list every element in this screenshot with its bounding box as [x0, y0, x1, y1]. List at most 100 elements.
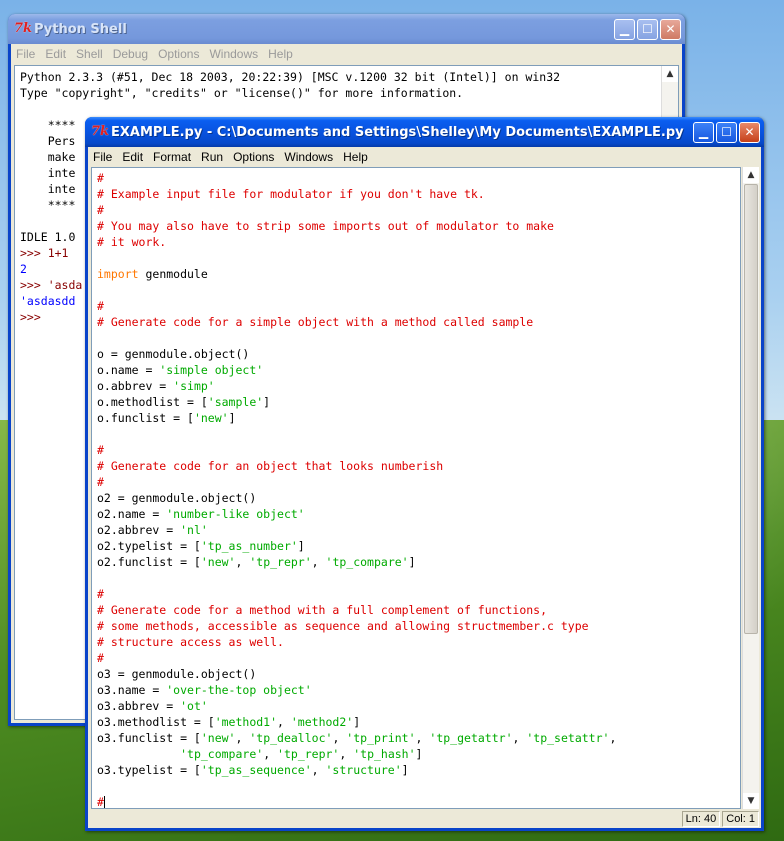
code-token: o2.name =: [97, 507, 167, 521]
editor-menu-edit[interactable]: Edit: [117, 150, 148, 164]
editor-menu-file[interactable]: File: [88, 150, 117, 164]
shell-titlebar[interactable]: 7k Python Shell ▁ ☐ ✕: [8, 14, 685, 44]
code-token: #: [97, 203, 104, 217]
shell-menubar: File Edit Shell Debug Options Windows Help: [11, 44, 682, 64]
code-token: ,: [235, 731, 250, 745]
code-token: 'tp_compare': [180, 747, 264, 761]
code-token: ,: [263, 747, 278, 761]
code-line: #: [97, 586, 740, 602]
code-token: ,: [277, 715, 291, 729]
editor-menu-format[interactable]: Format: [148, 150, 196, 164]
code-line: o2.abbrev = 'nl': [97, 522, 740, 538]
code-token: 'new': [193, 411, 229, 425]
code-line: o.name = 'simple object': [97, 362, 740, 378]
code-token: 'tp_compare': [325, 555, 409, 569]
code-line: #: [97, 298, 740, 314]
editor-statusbar: Ln: 40 Col: 1: [88, 810, 761, 828]
code-token: genmodule: [138, 267, 208, 281]
code-token: o3.methodlist = [: [97, 715, 215, 729]
code-line: # Generate code for an object that looks…: [97, 458, 740, 474]
code-line: o.funclist = ['new']: [97, 410, 740, 426]
code-token: ,: [235, 555, 250, 569]
code-line: 'tp_compare', 'tp_repr', 'tp_hash']: [97, 746, 740, 762]
code-token: 'simp': [173, 379, 215, 393]
code-line: # You may also have to strip some import…: [97, 218, 740, 234]
code-token: o2 = genmodule.object(): [97, 491, 257, 505]
editor-menu-options[interactable]: Options: [228, 150, 279, 164]
code-token: 'ot': [180, 699, 208, 713]
editor-menu-windows[interactable]: Windows: [279, 150, 338, 164]
shell-menu-help[interactable]: Help: [263, 47, 298, 61]
code-token: #: [97, 443, 104, 457]
maximize-button[interactable]: ☐: [637, 18, 658, 40]
code-line: #: [97, 170, 740, 186]
code-token: 'nl': [180, 523, 208, 537]
code-line: # structure access as well.: [97, 634, 740, 650]
code-token: o2.abbrev =: [97, 523, 181, 537]
code-line: #: [97, 202, 740, 218]
close-button[interactable]: ✕: [739, 121, 760, 143]
code-token: # Generate code for an object that looks…: [97, 459, 444, 473]
code-line: # Generate code for a simple object with…: [97, 314, 740, 330]
tk-feather-icon: 7k: [14, 21, 33, 36]
editor-menu-run[interactable]: Run: [196, 150, 228, 164]
code-token: ]: [353, 715, 361, 729]
editor-titlebar[interactable]: 7k EXAMPLE.py - C:\Documents and Setting…: [85, 117, 764, 147]
code-token: # You may also have to strip some import…: [97, 219, 554, 233]
shell-title: Python Shell: [34, 21, 127, 37]
code-token: 'sample': [207, 395, 264, 409]
code-line: o3 = genmodule.object(): [97, 666, 740, 682]
code-token: ]: [401, 763, 409, 777]
code-token: ,: [609, 731, 617, 745]
status-col: Col: 1: [722, 811, 759, 827]
code-token: #: [97, 795, 104, 809]
scroll-down-arrow-icon[interactable]: ▼: [743, 793, 759, 809]
editor-scrollbar[interactable]: ▲ ▼: [742, 167, 759, 809]
code-line: # it work.: [97, 234, 740, 250]
editor-menubar: File Edit Format Run Options Windows Help: [88, 147, 761, 167]
code-token: ]: [297, 539, 305, 553]
scroll-thumb[interactable]: [744, 184, 758, 634]
code-token: ]: [228, 411, 236, 425]
shell-menu-shell[interactable]: Shell: [71, 47, 108, 61]
code-token: ,: [512, 731, 527, 745]
editor-menu-help[interactable]: Help: [338, 150, 373, 164]
code-token: #: [97, 587, 104, 601]
code-token: #: [97, 171, 104, 185]
shell-line: ​: [20, 101, 678, 117]
code-token: 'tp_print': [346, 731, 416, 745]
code-line: # Example input file for modulator if yo…: [97, 186, 740, 202]
shell-menu-options[interactable]: Options: [153, 47, 204, 61]
code-token: 'new': [200, 555, 236, 569]
code-token: #: [97, 651, 104, 665]
shell-menu-edit[interactable]: Edit: [40, 47, 71, 61]
code-token: 'tp_as_number': [200, 539, 298, 553]
editor-text-area[interactable]: # # Example input file for modulator if y…: [91, 167, 741, 809]
code-line: #: [97, 474, 740, 490]
maximize-button[interactable]: ☐: [716, 121, 737, 143]
code-line: o3.funclist = ['new', 'tp_dealloc', 'tp_…: [97, 730, 740, 746]
code-token: import: [97, 267, 139, 281]
code-line: o2.funclist = ['new', 'tp_repr', 'tp_com…: [97, 554, 740, 570]
code-token: o2.funclist = [: [97, 555, 201, 569]
code-line: o3.methodlist = ['method1', 'method2']: [97, 714, 740, 730]
code-token: ]: [263, 395, 271, 409]
shell-menu-debug[interactable]: Debug: [108, 47, 153, 61]
minimize-button[interactable]: ▁: [693, 121, 714, 143]
scroll-up-arrow-icon[interactable]: ▲: [743, 167, 759, 183]
minimize-button[interactable]: ▁: [614, 18, 635, 40]
code-line: #: [97, 650, 740, 666]
shell-menu-windows[interactable]: Windows: [204, 47, 263, 61]
close-button[interactable]: ✕: [660, 18, 681, 40]
editor-window[interactable]: 7k EXAMPLE.py - C:\Documents and Setting…: [85, 117, 764, 831]
code-token: 'tp_repr': [249, 555, 312, 569]
code-line: ​: [97, 778, 740, 794]
code-token: ,: [339, 747, 354, 761]
scroll-up-arrow-icon[interactable]: ▲: [662, 66, 678, 82]
code-token: #: [97, 299, 104, 313]
code-line: o3.abbrev = 'ot': [97, 698, 740, 714]
code-token: #: [97, 475, 104, 489]
shell-menu-file[interactable]: File: [11, 47, 40, 61]
code-token: 'tp_as_sequence': [200, 763, 312, 777]
